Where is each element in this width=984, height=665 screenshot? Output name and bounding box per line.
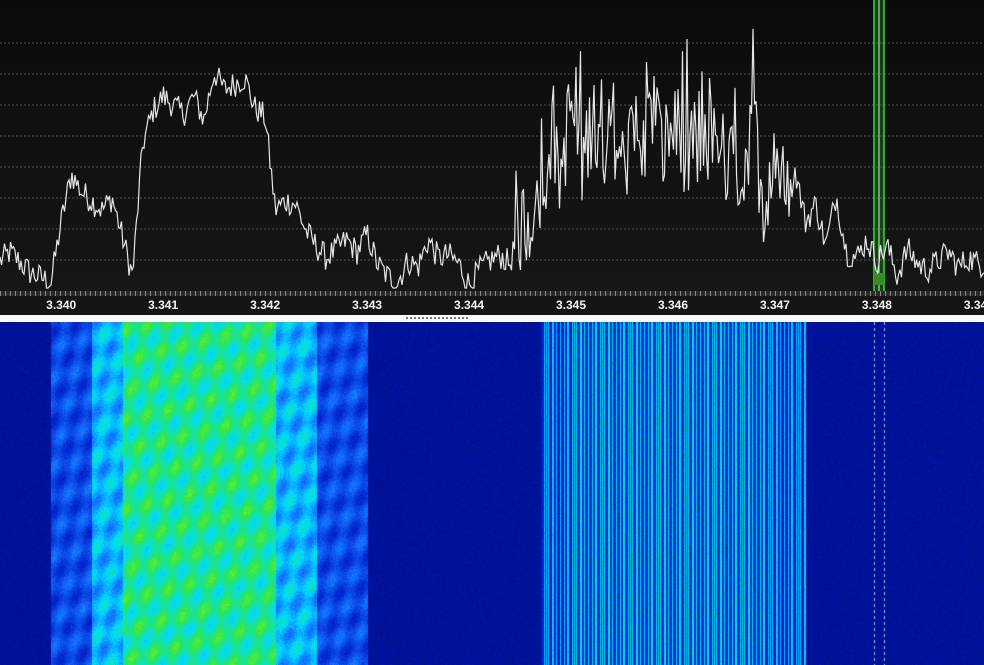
spectrum-grid — [0, 42, 984, 261]
spectrum-trace — [0, 28, 984, 289]
frequency-tick-label: 3.341 — [148, 298, 179, 312]
frequency-tick-label: 3.344 — [454, 298, 485, 312]
spectrum-panel[interactable] — [0, 0, 984, 291]
frequency-tick-label: 3.348 — [861, 298, 892, 312]
sdr-receiver-display: 3.340 3.341 3.342 3.343 3.344 3.345 3.346 3.347… — [0, 0, 984, 665]
waterfall-canvas[interactable] — [0, 322, 984, 665]
frequency-tick-label: 3.342 — [250, 298, 281, 312]
vfo-handle-icon[interactable] — [873, 273, 884, 285]
frequency-tick-label: 3.345 — [556, 298, 587, 312]
frequency-axis[interactable]: 3.340 3.341 3.342 3.343 3.344 3.345 3.346 3.347… — [0, 291, 984, 315]
vfo-marker[interactable] — [873, 0, 885, 291]
frequency-tick-label: 3.340 — [46, 298, 77, 312]
frequency-tick-label: 3.346 — [657, 298, 688, 312]
frequency-ruler — [0, 291, 984, 296]
panel-splitter[interactable] — [0, 315, 984, 322]
waterfall-display[interactable] — [0, 322, 984, 665]
frequency-tick-label: 3.343 — [352, 298, 383, 312]
splitter-grip-icon[interactable] — [406, 317, 468, 319]
spectrum-plot[interactable] — [0, 0, 984, 291]
frequency-tick-label: 3.349 — [963, 298, 984, 312]
frequency-tick-label: 3.347 — [759, 298, 790, 312]
